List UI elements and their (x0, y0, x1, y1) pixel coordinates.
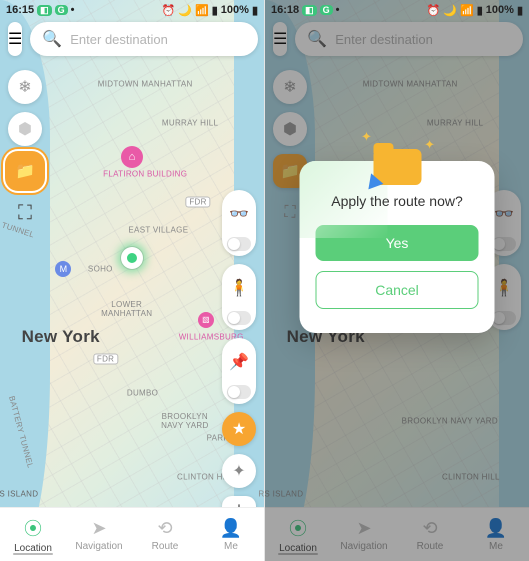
battery-pct: 100% (486, 4, 514, 16)
folder-import-icon: 📁 (15, 161, 35, 181)
poi-williams[interactable]: ▧ (198, 312, 214, 328)
dialog-folder-icon: ✦ ✦ (367, 133, 427, 185)
wifi-icon: 📶 (195, 4, 209, 17)
dialog-title: Apply the route now? (316, 193, 479, 209)
nav-icon: ➤ (91, 518, 106, 539)
label-soho: SOHO (88, 265, 113, 274)
tab-navigation[interactable]: ➤ Navigation (66, 508, 132, 561)
label-midtown: MIDTOWN MANHATTAN (98, 80, 193, 89)
current-location-marker[interactable] (121, 247, 143, 269)
me-icon: 👤 (220, 518, 242, 539)
snowflake-icon: ❄ (18, 77, 31, 97)
import-route-button[interactable]: 📁 (8, 154, 42, 188)
battery-pct: 100% (221, 4, 249, 16)
label-brooklyn: BROOKLYN NAVY YARD (150, 412, 220, 430)
dialog-cancel-button[interactable]: Cancel (316, 271, 479, 309)
search-icon: 🔍 (42, 29, 62, 49)
apply-route-dialog: ✦ ✦ Apply the route now? Yes Cancel (300, 161, 495, 333)
battery-icon: ▮ (517, 4, 523, 17)
pushpin-icon: 📌 (229, 352, 249, 372)
alarm-icon: ⏰ (427, 4, 441, 17)
tab-label: Navigation (75, 541, 122, 552)
binoculars-icon: 👓 (229, 204, 249, 224)
metro-icon[interactable]: M (55, 261, 71, 277)
toggle-binoculars[interactable]: 👓 (222, 190, 256, 256)
compass-button[interactable]: ✦ (222, 454, 256, 488)
label-lower: LOWER MANHATTAN (92, 300, 162, 318)
tab-location[interactable]: ⦿ Location (0, 508, 66, 561)
label-flatiron: Flatiron Building (103, 169, 187, 178)
status-bar: 16:15◧G• ⏰🌙📶▮100%▮ (0, 0, 264, 20)
status-dot: • (71, 4, 75, 16)
tab-route[interactable]: ⟲ Route (132, 508, 198, 561)
signal-icon: ▮ (212, 4, 218, 17)
scan-button[interactable]: ⛶ (8, 196, 42, 230)
screen-dialog: MIDTOWN MANHATTAN MURRAY HILL EAST VILLA… (264, 0, 529, 561)
label-murray: MURRAY HILL (162, 119, 218, 128)
scan-icon: ⛶ (18, 202, 32, 225)
signal-icon: ▮ (477, 4, 483, 17)
search-bar[interactable]: 🔍 (30, 22, 258, 56)
status-time: 16:18 (271, 4, 299, 16)
alarm-icon: ⏰ (162, 4, 176, 17)
status-app-icon: ◧ (302, 5, 317, 16)
dialog-yes-button[interactable]: Yes (316, 225, 479, 261)
status-app-icon: ◧ (37, 5, 52, 16)
location-icon: ⦿ (24, 515, 42, 541)
search-input[interactable] (70, 32, 246, 47)
status-app-icon2: G (55, 5, 68, 15)
tab-label: Location (14, 543, 52, 554)
star-button[interactable]: ★ (222, 412, 256, 446)
wifi-icon: 📶 (460, 4, 474, 17)
toggle-pin[interactable]: 📌 (222, 338, 256, 404)
status-app-icon2: G (320, 5, 333, 15)
status-bar: 16:18◧G• ⏰🌙📶▮100%▮ (265, 0, 529, 20)
tab-me[interactable]: 👤 Me (198, 508, 264, 561)
poi-flatiron[interactable]: ⌂ (121, 146, 143, 168)
label-dumbo: DUMBO (127, 388, 158, 397)
shield-fdr1: FDR (185, 196, 210, 207)
snow-mode-button[interactable]: ❄ (8, 70, 42, 104)
shield-fdr2: FDR (93, 354, 118, 365)
label-eastvillage: EAST VILLAGE (128, 226, 188, 235)
tab-label: Route (152, 541, 179, 552)
dnd-icon: 🌙 (178, 4, 192, 17)
pin-icon: ⬢ (18, 119, 32, 139)
compass-icon: ✦ (232, 461, 245, 481)
battery-icon: ▮ (252, 4, 258, 17)
screen-map: MIDTOWN MANHATTAN MURRAY HILL Flatiron B… (0, 0, 264, 561)
menu-button[interactable]: ☰ (8, 22, 22, 56)
pin-button[interactable]: ⬢ (8, 112, 42, 146)
dnd-icon: 🌙 (443, 4, 457, 17)
star-icon: ★ (232, 419, 246, 439)
toggle-avatar[interactable]: 🧍 (222, 264, 256, 330)
bottom-nav: ⦿ Location ➤ Navigation ⟲ Route 👤 Me (0, 507, 264, 561)
hamburger-icon: ☰ (8, 29, 22, 49)
avatar-icon: 🧍 (229, 278, 249, 298)
route-icon: ⟲ (157, 518, 172, 539)
status-time: 16:15 (6, 4, 34, 16)
tab-label: Me (224, 541, 238, 552)
